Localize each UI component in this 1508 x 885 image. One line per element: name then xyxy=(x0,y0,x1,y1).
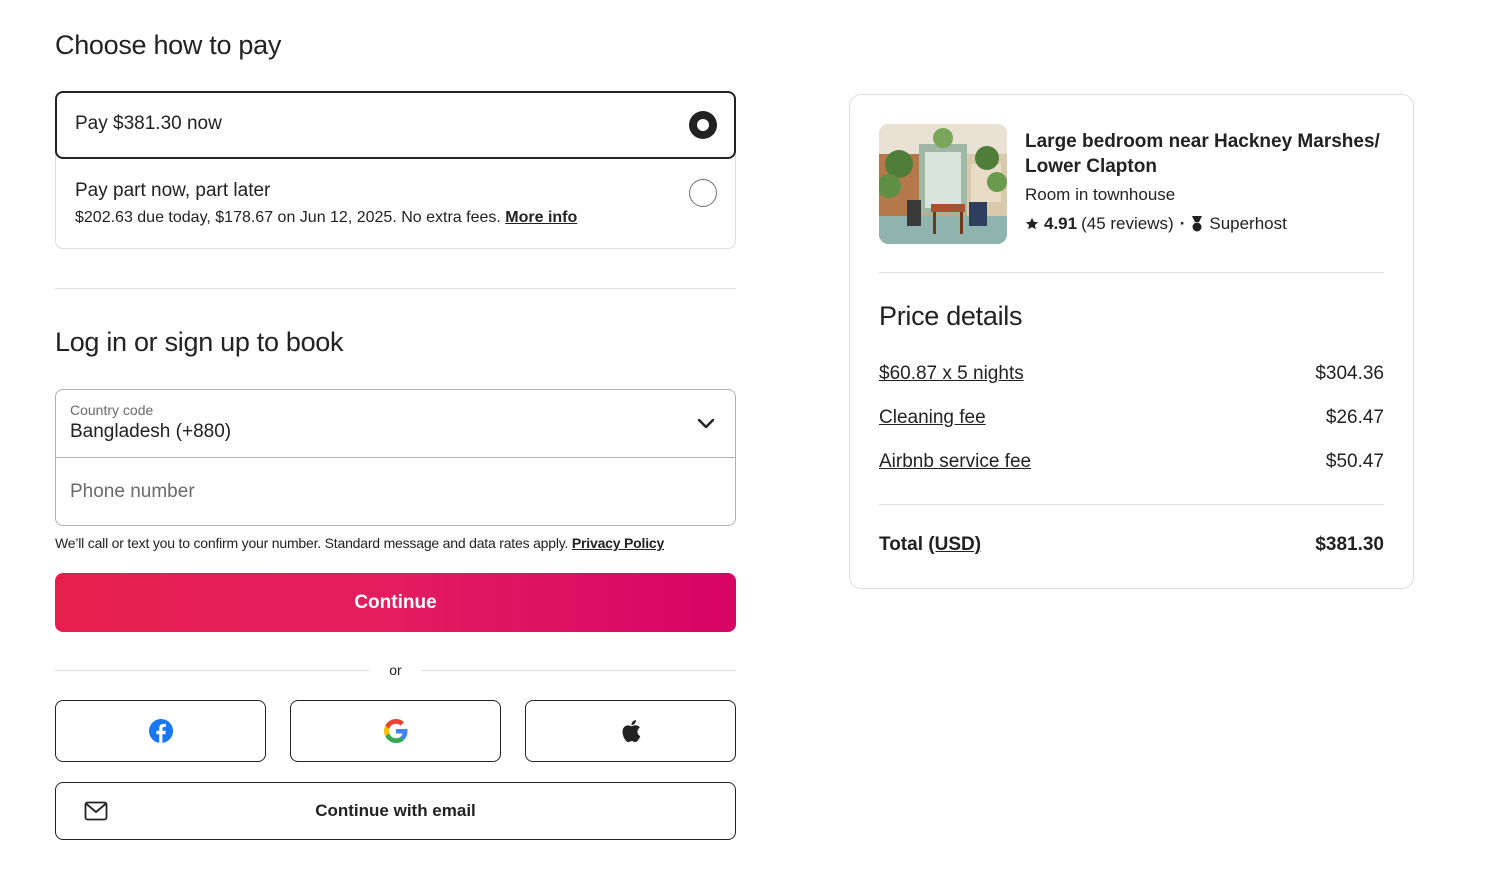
phone-number-wrapper xyxy=(56,458,735,525)
listing-thumbnail[interactable] xyxy=(879,124,1007,244)
price-details-heading: Price details xyxy=(879,301,1023,331)
price-label-nights[interactable]: $60.87 x 5 nights xyxy=(879,363,1024,385)
facebook-icon xyxy=(148,719,173,743)
star-icon xyxy=(1025,217,1039,230)
pay-split-detail: $202.63 due today, $178.67 on Jun 12, 20… xyxy=(75,209,577,227)
rating-value: 4.91 xyxy=(1044,214,1078,233)
country-code-label: Country code xyxy=(70,402,154,418)
total-label: Total xyxy=(879,534,923,555)
currency-link[interactable]: (USD) xyxy=(928,534,981,555)
facebook-login-button[interactable] xyxy=(55,700,266,762)
pay-full-radio[interactable] xyxy=(689,111,717,139)
pay-split-detail-text: $202.63 due today, $178.67 on Jun 12, 20… xyxy=(75,209,501,226)
total-amount: $381.30 xyxy=(1315,534,1384,555)
more-info-link[interactable]: More info xyxy=(505,209,577,226)
superhost-badge: Superhost xyxy=(1209,214,1287,233)
phone-disclaimer: We’ll call or text you to confirm your n… xyxy=(55,535,664,551)
chevron-down-icon xyxy=(697,418,715,429)
review-count: (45 reviews) xyxy=(1081,214,1174,233)
price-total-row: Total (USD) $381.30 xyxy=(879,534,1384,556)
email-login-button[interactable]: Continue with email xyxy=(55,782,736,840)
phone-form: Country code Bangladesh (+880) xyxy=(55,389,736,526)
phone-number-input[interactable] xyxy=(56,458,735,525)
total-divider xyxy=(879,504,1384,505)
price-row-service: Airbnb service fee $50.47 xyxy=(879,451,1384,475)
pay-split-radio[interactable] xyxy=(689,179,717,207)
price-amount-cleaning: $26.47 xyxy=(1325,407,1384,428)
or-line-right xyxy=(422,670,736,671)
email-button-label: Continue with email xyxy=(315,801,476,820)
apple-icon xyxy=(622,720,640,743)
continue-button[interactable]: Continue xyxy=(55,573,736,632)
dot-separator: · xyxy=(1179,214,1186,233)
listing-summary-card: Large bedroom near Hackney Marshes/ Lowe… xyxy=(849,94,1414,589)
price-amount-service: $50.47 xyxy=(1325,451,1384,472)
payment-options: Pay $381.30 now Pay part now, part later… xyxy=(55,91,736,249)
price-label-cleaning[interactable]: Cleaning fee xyxy=(879,407,986,429)
price-row-cleaning: Cleaning fee $26.47 xyxy=(879,407,1384,431)
price-label-service[interactable]: Airbnb service fee xyxy=(879,451,1031,473)
or-divider: or xyxy=(55,661,736,681)
listing-rating: 4.91 (45 reviews) · Superhost xyxy=(1025,214,1287,234)
login-heading: Log in or sign up to book xyxy=(55,327,344,357)
price-row-nights: $60.87 x 5 nights $304.36 xyxy=(879,363,1384,387)
pay-full-label: Pay $381.30 now xyxy=(75,113,222,134)
card-divider xyxy=(879,272,1384,273)
country-code-select[interactable]: Country code Bangladesh (+880) xyxy=(56,390,735,458)
superhost-medal-icon xyxy=(1192,216,1203,232)
payment-heading: Choose how to pay xyxy=(55,30,282,60)
apple-login-button[interactable] xyxy=(525,700,736,762)
total-label-group: Total (USD) xyxy=(879,534,981,555)
pay-split-option[interactable]: Pay part now, part later $202.63 due tod… xyxy=(56,159,735,249)
pay-split-label: Pay part now, part later xyxy=(75,180,271,201)
listing-title: Large bedroom near Hackney Marshes/ Lowe… xyxy=(1025,131,1380,177)
country-code-value: Bangladesh (+880) xyxy=(70,421,232,442)
google-icon xyxy=(383,719,407,743)
pay-full-option[interactable]: Pay $381.30 now xyxy=(55,91,736,159)
privacy-policy-link[interactable]: Privacy Policy xyxy=(572,535,664,551)
disclaimer-text: We’ll call or text you to confirm your n… xyxy=(55,535,569,551)
listing-type: Room in townhouse xyxy=(1025,185,1176,204)
google-login-button[interactable] xyxy=(290,700,501,762)
section-divider xyxy=(55,288,736,289)
price-amount-nights: $304.36 xyxy=(1315,363,1384,384)
listing-photo-illustration xyxy=(879,124,1007,244)
